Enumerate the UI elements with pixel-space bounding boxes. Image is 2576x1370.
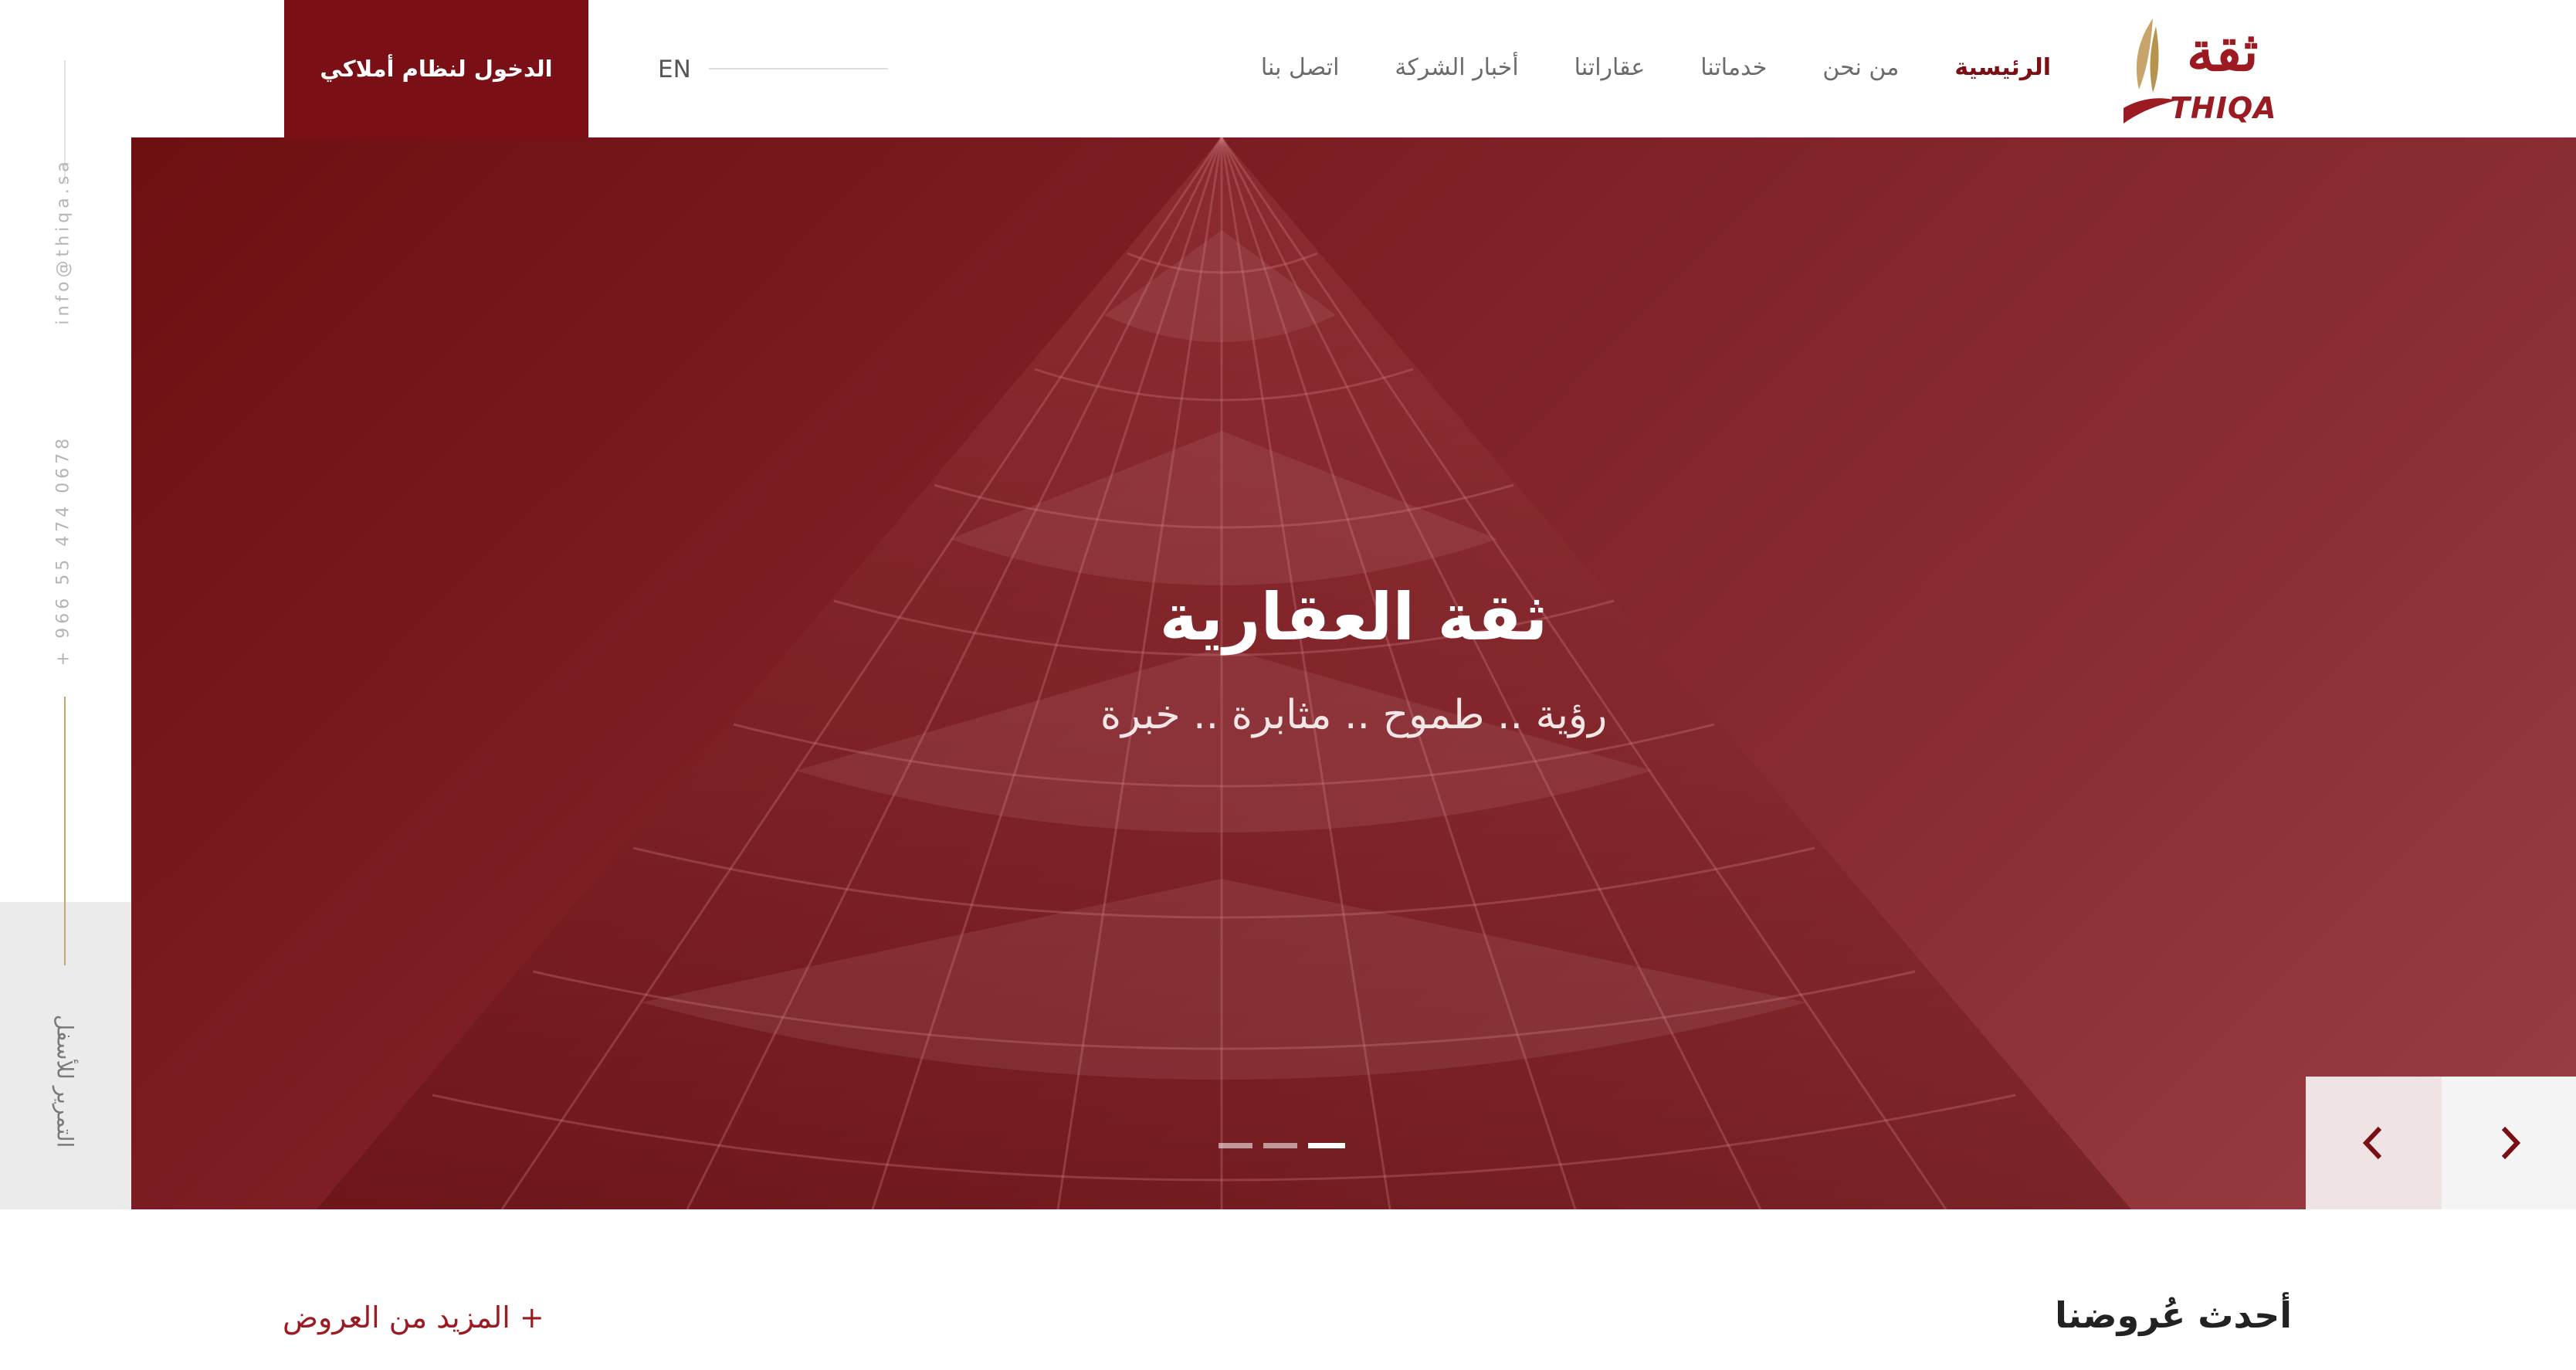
hero-subtitle: رؤية .. طموح .. مثابرة .. خبرة — [1100, 692, 1608, 738]
nav-item-services[interactable]: خدماتنا — [1700, 54, 1767, 81]
nav-item-contact[interactable]: اتصل بنا — [1261, 54, 1340, 81]
chevron-left-icon — [2362, 1126, 2382, 1160]
slider-dot-1[interactable] — [1219, 1143, 1252, 1148]
slider-next-button[interactable] — [2442, 1077, 2576, 1209]
contact-email[interactable]: info@thiqa.sa — [54, 158, 73, 324]
more-offers-link[interactable]: + المزيد من العروض — [283, 1300, 544, 1334]
logo-feather-icon — [2124, 19, 2176, 124]
login-button[interactable]: الدخول لنظام أملاكي — [284, 0, 588, 137]
hero-title: ثقة العقارية — [1159, 579, 1548, 655]
contact-phone[interactable]: + 966 55 474 0678 — [54, 435, 73, 666]
chevron-right-icon — [2501, 1126, 2521, 1160]
latest-offers-title: أحدث عُروضنا — [2055, 1294, 2292, 1336]
hero-background-structure — [317, 137, 2131, 1209]
slider-dot-2[interactable] — [1263, 1143, 1297, 1148]
nav-item-properties[interactable]: عقاراتنا — [1574, 54, 1646, 81]
nav-item-news[interactable]: أخبار الشركة — [1395, 54, 1518, 81]
slider-prev-button[interactable] — [2306, 1077, 2442, 1209]
rail-divider-gold — [64, 697, 66, 965]
main-nav: الرئيسية من نحن خدماتنا عقاراتنا أخبار ا… — [1232, 54, 2051, 81]
scroll-down-label[interactable]: التمرير للأسفل — [53, 1015, 78, 1148]
slider-dots — [1219, 1143, 1345, 1148]
slider-dot-3[interactable] — [1308, 1143, 1345, 1148]
language-divider — [709, 68, 888, 70]
nav-item-home[interactable]: الرئيسية — [1954, 54, 2051, 81]
site-header: الدخول لنظام أملاكي EN الرئيسية من نحن خ… — [0, 0, 2576, 137]
hero-slider: ثقة العقارية رؤية .. طموح .. مثابرة .. خ… — [131, 137, 2576, 1209]
nav-item-about[interactable]: من نحن — [1822, 54, 1899, 81]
logo-english: THIQA — [2170, 91, 2277, 125]
language-switch[interactable]: EN — [658, 56, 691, 83]
logo[interactable]: ثقة THIQA — [2116, 15, 2301, 125]
logo-arabic: ثقة — [2187, 19, 2259, 83]
